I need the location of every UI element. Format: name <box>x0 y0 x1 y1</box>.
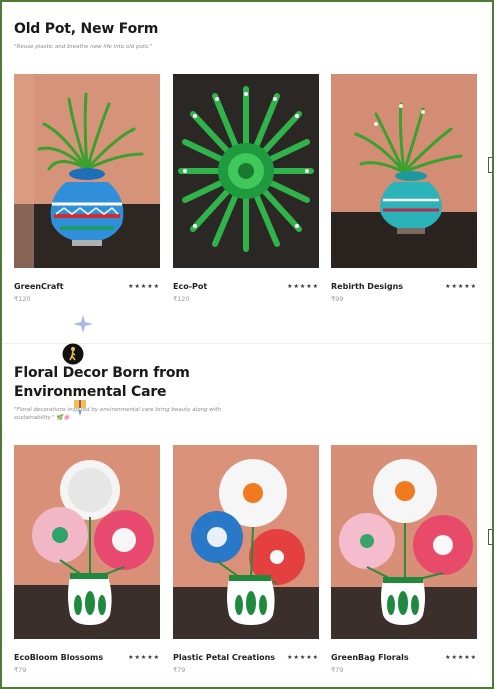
product-card[interactable]: Eco-Pot ★★★★★ ₹120 <box>173 74 319 303</box>
section-old-pot: Old Pot, New Form "Reuse plastic and bre… <box>14 20 480 51</box>
product-image[interactable] <box>331 445 477 639</box>
rating-stars: ★★★★★ <box>287 284 319 290</box>
product-image[interactable] <box>14 445 160 639</box>
product-name[interactable]: GreenBag Florals <box>331 653 409 662</box>
rating-stars: ★★★★★ <box>287 655 319 661</box>
gift-icon <box>72 396 88 423</box>
rating-stars: ★★★★★ <box>128 655 160 661</box>
product-price: ₹79 <box>14 666 27 674</box>
product-price: ₹99 <box>331 295 344 303</box>
product-price: ₹79 <box>331 666 344 674</box>
product-name[interactable]: Eco-Pot <box>173 282 207 291</box>
sparkle-icon <box>72 314 94 339</box>
product-image[interactable] <box>331 74 477 268</box>
carousel-next-handle[interactable] <box>488 157 492 173</box>
product-card[interactable]: EcoBloom Blossoms ★★★★★ ₹79 <box>14 445 160 674</box>
product-name[interactable]: GreenCraft <box>14 282 64 291</box>
product-name[interactable]: Plastic Petal Creations <box>173 653 275 662</box>
product-image[interactable] <box>173 445 319 639</box>
product-card[interactable]: GreenCraft ★★★★★ ₹120 <box>14 74 160 303</box>
carousel-next-handle[interactable] <box>488 529 492 545</box>
product-card[interactable]: GreenBag Florals ★★★★★ ₹79 <box>331 445 477 674</box>
product-price: ₹79 <box>173 666 186 674</box>
product-card[interactable]: Plastic Petal Creations ★★★★★ ₹79 <box>173 445 319 674</box>
rating-stars: ★★★★★ <box>128 284 160 290</box>
section-subtitle: "Floral decorations inspired by environm… <box>14 407 221 421</box>
product-card[interactable]: Rebirth Designs ★★★★★ ₹99 <box>331 74 477 303</box>
section-title: Floral Decor Born from Environmental Car… <box>14 365 190 400</box>
section-subtitle: "Reuse plastic and breathe new life into… <box>14 44 153 50</box>
product-name[interactable]: EcoBloom Blossoms <box>14 653 103 662</box>
product-image[interactable] <box>14 74 160 268</box>
section-title: Old Pot, New Form <box>14 21 159 37</box>
rating-stars: ★★★★★ <box>445 655 477 661</box>
rating-stars: ★★★★★ <box>445 284 477 290</box>
product-image[interactable] <box>173 74 319 268</box>
product-price: ₹120 <box>14 295 31 303</box>
product-name[interactable]: Rebirth Designs <box>331 282 403 291</box>
product-price: ₹120 <box>173 295 190 303</box>
